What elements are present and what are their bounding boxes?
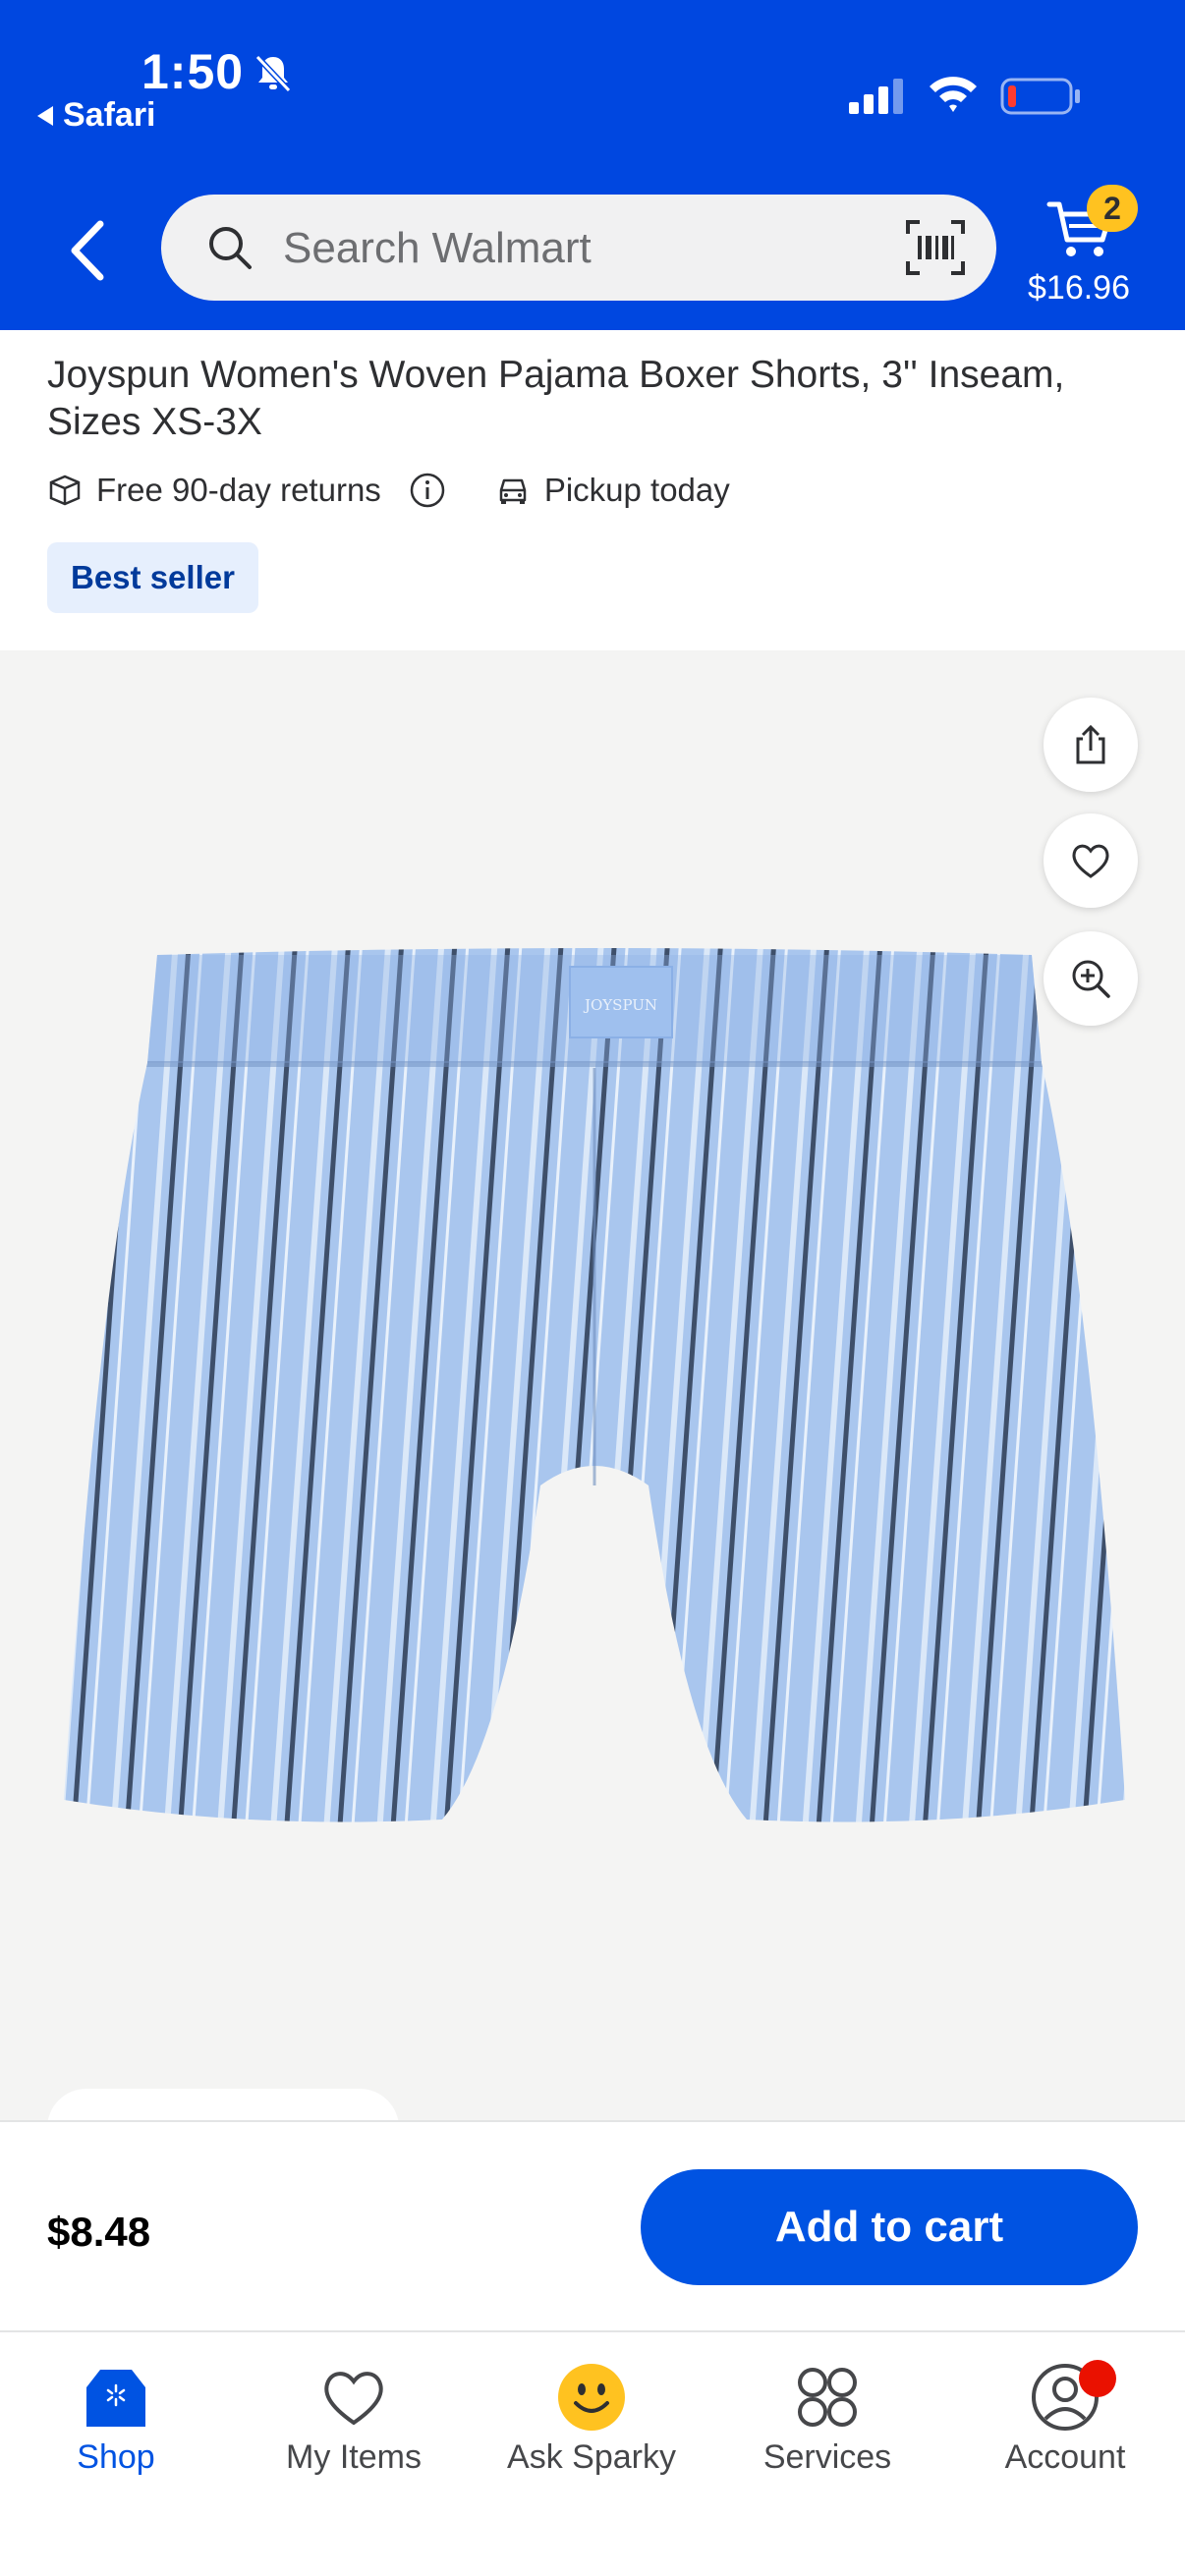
striped-boxer-shorts-image: JOYSPUN <box>64 948 1125 1822</box>
services-icon <box>798 2368 857 2427</box>
tab-shop-label: Shop <box>77 2438 155 2476</box>
heart-icon <box>324 2372 383 2426</box>
product-image-area[interactable]: JOYSPUN <box>0 650 1185 2120</box>
returns-label: Free 90-day returns <box>96 472 381 508</box>
best-seller-badge: Best seller <box>47 542 258 613</box>
car-icon <box>499 478 527 504</box>
share-icon <box>1076 724 1105 764</box>
sparky-icon <box>558 2364 625 2431</box>
tab-services[interactable]: Services <box>709 2362 945 2477</box>
add-to-cart-button[interactable]: Add to cart <box>641 2169 1138 2285</box>
tab-ask-sparky-label: Ask Sparky <box>507 2438 676 2476</box>
top-header: 1:50 Safari Search Walmart 2 $16.96 <box>0 0 1185 330</box>
search-placeholder: Search Walmart <box>283 224 592 272</box>
cart-total: $16.96 <box>1028 269 1130 307</box>
product-price: $8.48 <box>47 2209 151 2255</box>
tab-services-label: Services <box>762 2438 892 2476</box>
account-notification-dot <box>1079 2360 1116 2397</box>
wifi-icon <box>930 77 977 112</box>
status-time: 1:50 <box>141 44 245 99</box>
share-button[interactable] <box>1044 698 1138 792</box>
tab-account[interactable]: Account <box>947 2362 1183 2477</box>
bottom-tab-bar: Shop My Items Ask Sparky Services Accoun… <box>0 2330 1185 2576</box>
tab-my-items-label: My Items <box>286 2438 422 2476</box>
search-icon <box>209 227 252 269</box>
back-to-safari[interactable]: Safari <box>37 96 156 135</box>
product-title: Joyspun Women's Woven Pajama Boxer Short… <box>47 354 1065 443</box>
barcode-scan-icon[interactable] <box>904 218 967 277</box>
shop-icon <box>86 2370 145 2427</box>
info-icon[interactable] <box>409 472 446 509</box>
back-triangle-icon <box>37 105 53 126</box>
returns-box-icon <box>49 475 81 506</box>
image-indicator-pill <box>47 2089 399 2120</box>
bell-off-icon <box>254 54 292 93</box>
buy-bar: $8.48 Add to cart <box>0 2120 1185 2330</box>
battery-low-icon <box>1000 78 1080 115</box>
tab-account-label: Account <box>1004 2438 1126 2476</box>
back-chevron-icon[interactable] <box>65 218 114 283</box>
pickup-info: Pickup today <box>495 472 730 509</box>
tab-ask-sparky[interactable]: Ask Sparky <box>474 2362 709 2477</box>
fulfillment-row: Free 90-day returns Pickup today <box>47 466 730 515</box>
favorite-button[interactable] <box>1044 813 1138 908</box>
heart-icon <box>1072 844 1109 878</box>
tab-my-items[interactable]: My Items <box>236 2362 472 2477</box>
cellular-signal-icon <box>849 79 903 114</box>
cart-count-badge: 2 <box>1087 185 1138 232</box>
pickup-label: Pickup today <box>543 472 730 508</box>
back-app-label: Safari <box>63 96 156 134</box>
tab-shop[interactable]: Shop <box>0 2362 234 2477</box>
search-bar[interactable]: Search Walmart <box>161 195 996 301</box>
brand-tag-text: JOYSPUN <box>583 996 657 1014</box>
